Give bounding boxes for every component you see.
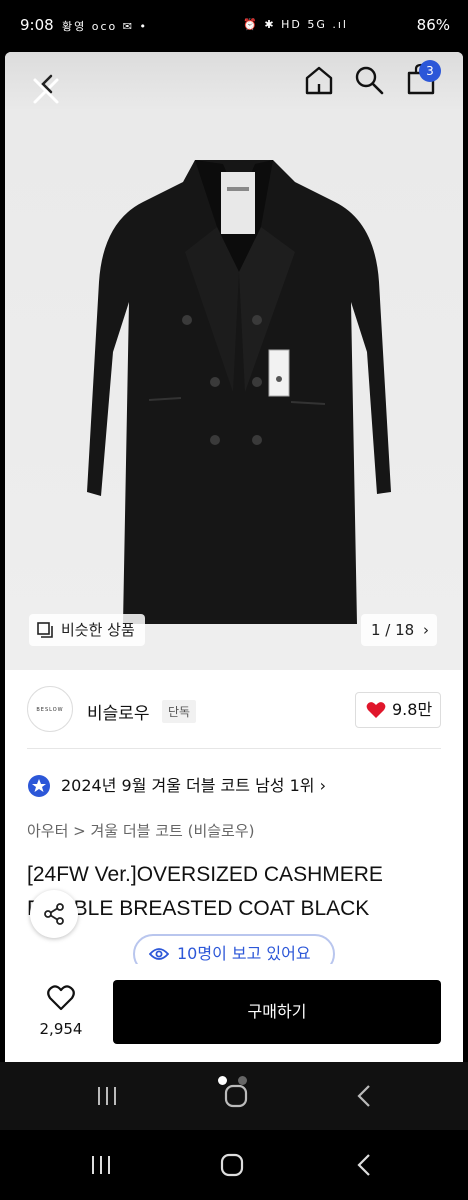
- viewers-text: 10명이 보고 있어요: [177, 944, 311, 963]
- divider: [27, 748, 441, 749]
- buy-button[interactable]: 구매하기: [113, 980, 441, 1044]
- brand-logo[interactable]: BESLOW: [27, 686, 73, 732]
- image-counter-text: 1 / 18: [371, 621, 415, 639]
- search-icon[interactable]: [353, 64, 385, 100]
- chevron-right-icon: ›: [423, 621, 429, 639]
- chevron-right-icon: ›: [319, 776, 327, 795]
- similar-items-button[interactable]: 비슷한 상품: [29, 614, 145, 646]
- ranking-link[interactable]: 2024년 9월 겨울 더블 코트 남성 1위 ›: [27, 770, 326, 802]
- home-icon[interactable]: [303, 64, 335, 100]
- heart-icon: [366, 702, 386, 718]
- system-nav-bar: [0, 1130, 468, 1200]
- product-image-gallery[interactable]: 3 비슷한 상품 1 / 18 ›: [5, 52, 463, 670]
- notification-icons: 황영 oco ✉ •: [62, 20, 148, 33]
- brand-row[interactable]: BESLOW 비슬로우 단독 9.8만: [5, 670, 463, 750]
- back-icon[interactable]: [356, 1084, 372, 1112]
- share-button[interactable]: [30, 890, 78, 938]
- share-icon: [44, 903, 64, 925]
- product-title: [24FW Ver.]OVERSIZED CASHMERE DOUBLE BRE…: [27, 863, 383, 920]
- back-icon[interactable]: [356, 1153, 372, 1181]
- wishlist-button[interactable]: 2,954: [31, 984, 91, 1038]
- status-time: 9:08: [20, 16, 54, 34]
- recent-apps-icon[interactable]: [90, 1155, 112, 1179]
- system-icons: ⏰ ✱ HD 5G .ıl: [243, 18, 348, 31]
- product-detail-screen: 3 비슷한 상품 1 / 18 › BESLOW 비슬로우 단독 9.8만 20…: [5, 52, 463, 1062]
- brand-like-count: 9.8만: [392, 700, 433, 719]
- home-button-icon[interactable]: [224, 1084, 248, 1112]
- status-bar: 9:08 황영 oco ✉ • ⏰ ✱ HD 5G .ıl 86%: [0, 0, 468, 52]
- ranking-text: 2024년 9월 겨울 더블 코트 남성 1위: [61, 776, 315, 795]
- eye-icon: [149, 948, 169, 960]
- purchase-bar: 2,954 구매하기: [5, 964, 463, 1062]
- breadcrumb[interactable]: 아우터 > 겨울 더블 코트 (비슬로우): [27, 820, 255, 841]
- heart-icon: [47, 985, 75, 1011]
- exclusive-tag: 단독: [162, 700, 197, 723]
- wishlist-count: 2,954: [39, 1020, 83, 1038]
- image-counter[interactable]: 1 / 18 ›: [361, 614, 437, 646]
- battery-level: 86%: [416, 16, 450, 34]
- cart-count-badge: 3: [419, 60, 441, 82]
- home-button-icon[interactable]: [220, 1153, 244, 1181]
- similar-items-label: 비슷한 상품: [61, 621, 135, 639]
- similar-items-icon: [37, 622, 53, 638]
- app-nav-bar: [0, 1062, 468, 1130]
- brand-like-button[interactable]: 9.8만: [355, 692, 441, 728]
- close-icon[interactable]: [29, 74, 63, 112]
- brand-name[interactable]: 비슬로우: [87, 699, 150, 724]
- recent-apps-icon[interactable]: [96, 1086, 118, 1110]
- rank-badge-icon: [28, 775, 50, 797]
- product-image: [87, 160, 391, 624]
